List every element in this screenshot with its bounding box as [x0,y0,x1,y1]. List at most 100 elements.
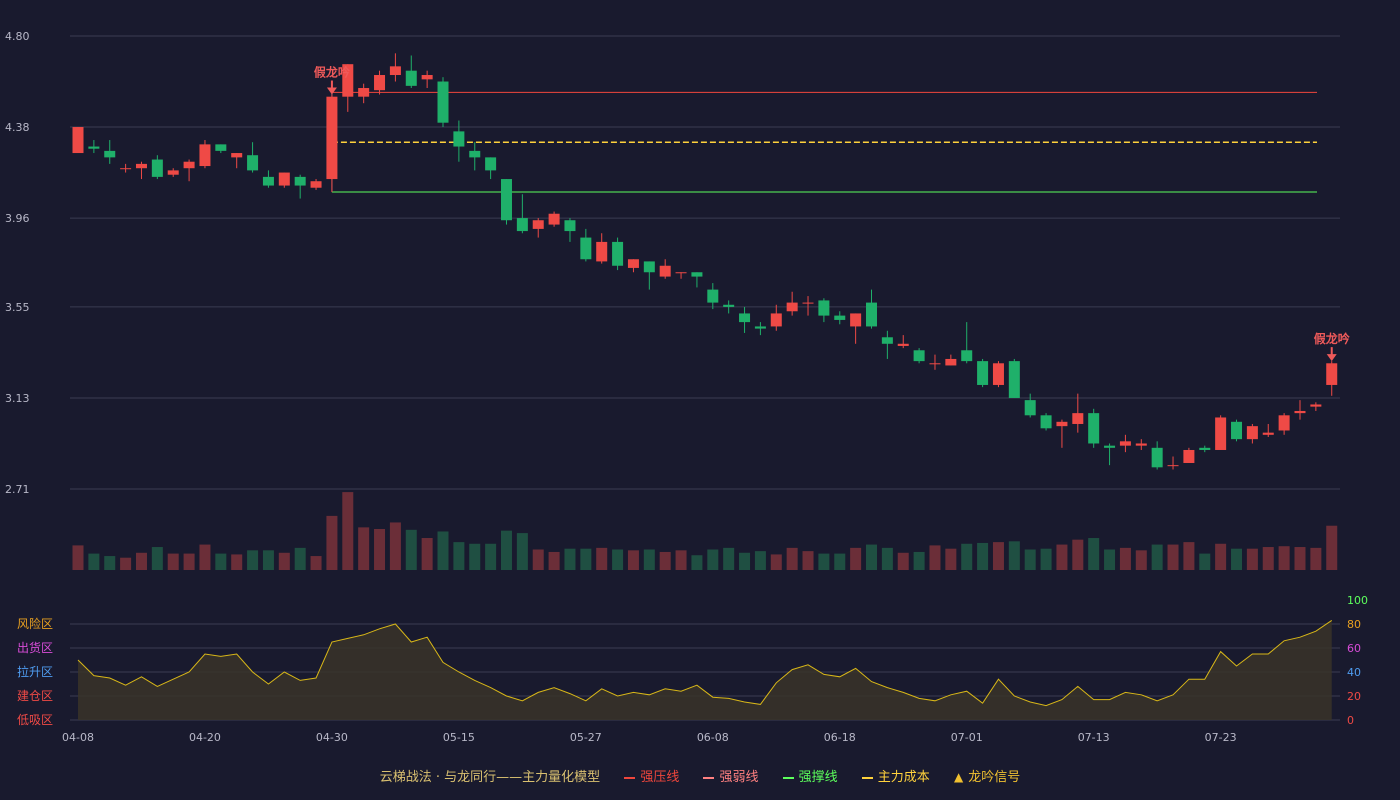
candle-body [786,302,798,312]
volume-bar [548,551,560,570]
candle-body [135,163,147,169]
candle-body [72,127,84,154]
volume-bar [596,547,608,570]
candle-body [1072,413,1084,424]
x-tick-label: 04-20 [189,731,221,744]
volume-bar [913,551,925,570]
volume-bar [326,515,338,570]
x-tick-label: 05-15 [443,731,475,744]
volume-bar [1294,547,1306,570]
volume-bar [135,552,147,570]
candle-body [1326,363,1338,385]
volume-bar [1278,546,1290,570]
candle-body [548,213,560,225]
candle-body [643,261,655,273]
candle-body [1199,447,1211,450]
volume-bar [215,553,227,570]
volume-bar [183,553,195,570]
candle-body [866,302,877,327]
price-tick-label: 3.55 [5,301,30,314]
candle-body [437,81,449,123]
candle-body [1135,443,1147,446]
volume-bar [770,554,782,570]
candle-body [1310,404,1322,407]
candle-body [1008,361,1020,398]
candle-body [247,155,259,171]
volume-bar [485,543,497,570]
candle-body [1231,421,1243,440]
candle-body [405,70,417,86]
volume-bar [1104,549,1116,570]
candle-body [374,75,386,91]
x-tick-label: 04-08 [62,731,94,744]
candle-body [627,259,639,268]
candle-body [1104,445,1116,448]
volume-bar [612,549,624,570]
volume-bar [992,542,1004,570]
legend-swatch-support [782,776,794,779]
candle-body [1024,400,1036,416]
candle-body [580,237,592,260]
x-tick-label: 06-08 [697,731,729,744]
candle-body [183,161,195,169]
candle-body [104,150,116,158]
x-tick-label: 04-30 [316,731,348,744]
legend-swatch-cost [861,776,873,779]
candle-body [120,168,132,170]
volume-bar [358,527,370,570]
candle-body [564,220,576,232]
volume-bar [167,553,179,570]
legend-item-resistance: 强压线 [624,766,679,785]
volume-bar [453,542,465,570]
candle-body [1294,410,1306,414]
volume-bar [1151,544,1163,570]
volume-bar [374,529,386,570]
zone-label: 风险区 [17,616,53,631]
volume-bar [421,538,433,570]
legend-item-signal: ▲ 龙吟信号 [954,766,1020,785]
candle-body [754,326,766,329]
volume-bar [278,552,290,570]
candle-body [659,265,671,277]
signal-arrow-icon [326,87,337,95]
price-tick-label: 4.38 [5,121,30,134]
volume-bar [1231,548,1243,570]
candle-body [1215,417,1227,450]
volume-bar [786,547,798,570]
volume-bar [405,529,417,570]
osc-area [78,620,1332,720]
candle-body [151,159,163,177]
candle-body [834,315,846,320]
price-tick-label: 3.13 [5,392,30,405]
candlestick-chart: 4.804.383.963.553.132.71假龙吟假龙吟1008060402… [5,30,1368,744]
candle-body [278,172,290,186]
legend-title: 云梯战法 · 与龙同行——主力量化模型 [379,770,601,785]
candle-body [326,96,338,180]
volume-bar [1056,544,1068,570]
volume-bar [691,555,703,570]
volume-bar [262,550,274,570]
candle-body [469,150,481,158]
volume-bar [247,550,259,570]
volume-bar [977,542,989,570]
chart-legend: 云梯战法 · 与龙同行——主力量化模型 强压线 强弱线 强撑线 主力成本 ▲ 龙吟… [0,766,1400,786]
candle-body [294,176,306,186]
candle-body [88,146,100,149]
volume-bar [469,543,481,570]
volume-bar [294,547,306,570]
volume-bar [707,549,719,570]
candle-body [961,350,973,362]
legend-item-cost: 主力成本 [861,766,930,785]
candle-body [1278,415,1290,431]
signal-arrow-icon [1326,354,1337,362]
volume-bar [643,549,655,570]
candle-body [389,66,401,76]
price-tick-label: 2.71 [5,483,30,496]
candle-body [1262,432,1274,435]
candle-body [500,179,512,221]
candle-body [596,241,608,262]
volume-bar [1024,549,1036,570]
volume-bar [1183,542,1195,570]
volume-bar [675,550,687,570]
candle-body [1088,413,1100,444]
